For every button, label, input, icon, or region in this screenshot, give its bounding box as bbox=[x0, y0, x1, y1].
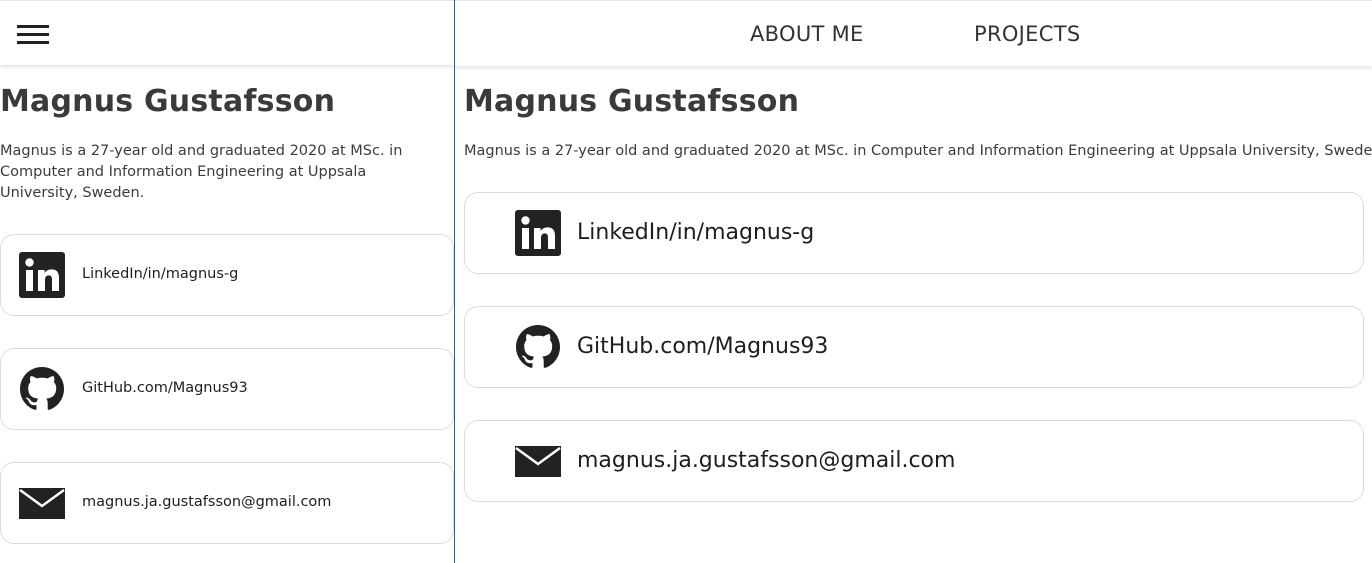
linkedin-icon bbox=[515, 210, 561, 256]
github-link-card[interactable]: GitHub.com/Magnus93 bbox=[464, 306, 1364, 388]
page-title: Magnus Gustafsson bbox=[464, 84, 800, 119]
linkedin-link-label: LinkedIn/in/magnus-g bbox=[577, 220, 815, 245]
mail-icon bbox=[515, 446, 561, 477]
nav-about-me[interactable]: ABOUT ME bbox=[750, 22, 864, 46]
linkedin-icon bbox=[19, 252, 65, 298]
bio-text: Magnus is a 27-year old and graduated 20… bbox=[464, 143, 1372, 159]
github-icon bbox=[516, 325, 560, 368]
github-link-card[interactable]: GitHub.com/Magnus93 bbox=[0, 348, 454, 430]
bio-text: Magnus is a 27-year old and graduated 20… bbox=[0, 143, 403, 201]
mail-icon bbox=[19, 488, 65, 519]
mobile-view: Magnus Gustafsson Magnus is a 27-year ol… bbox=[0, 0, 454, 563]
github-icon bbox=[20, 367, 64, 410]
linkedin-link-card[interactable]: LinkedIn/in/magnus-g bbox=[0, 234, 454, 316]
github-link-label: GitHub.com/Magnus93 bbox=[577, 334, 829, 359]
email-link-label: magnus.ja.gustafsson@gmail.com bbox=[577, 448, 956, 473]
linkedin-link-card[interactable]: LinkedIn/in/magnus-g bbox=[464, 192, 1364, 274]
nav-projects[interactable]: PROJECTS bbox=[974, 22, 1080, 46]
linkedin-link-label: LinkedIn/in/magnus-g bbox=[82, 266, 239, 282]
email-link-label: magnus.ja.gustafsson@gmail.com bbox=[82, 494, 332, 510]
mobile-header bbox=[0, 0, 454, 65]
desktop-view: ABOUT ME PROJECTS Magnus Gustafsson Magn… bbox=[455, 0, 1372, 563]
desktop-header: ABOUT ME PROJECTS bbox=[455, 0, 1372, 66]
email-link-card[interactable]: magnus.ja.gustafsson@gmail.com bbox=[464, 420, 1364, 502]
github-link-label: GitHub.com/Magnus93 bbox=[82, 380, 248, 396]
page-title: Magnus Gustafsson bbox=[0, 84, 336, 119]
email-link-card[interactable]: magnus.ja.gustafsson@gmail.com bbox=[0, 462, 454, 544]
hamburger-menu-icon[interactable] bbox=[17, 25, 49, 45]
